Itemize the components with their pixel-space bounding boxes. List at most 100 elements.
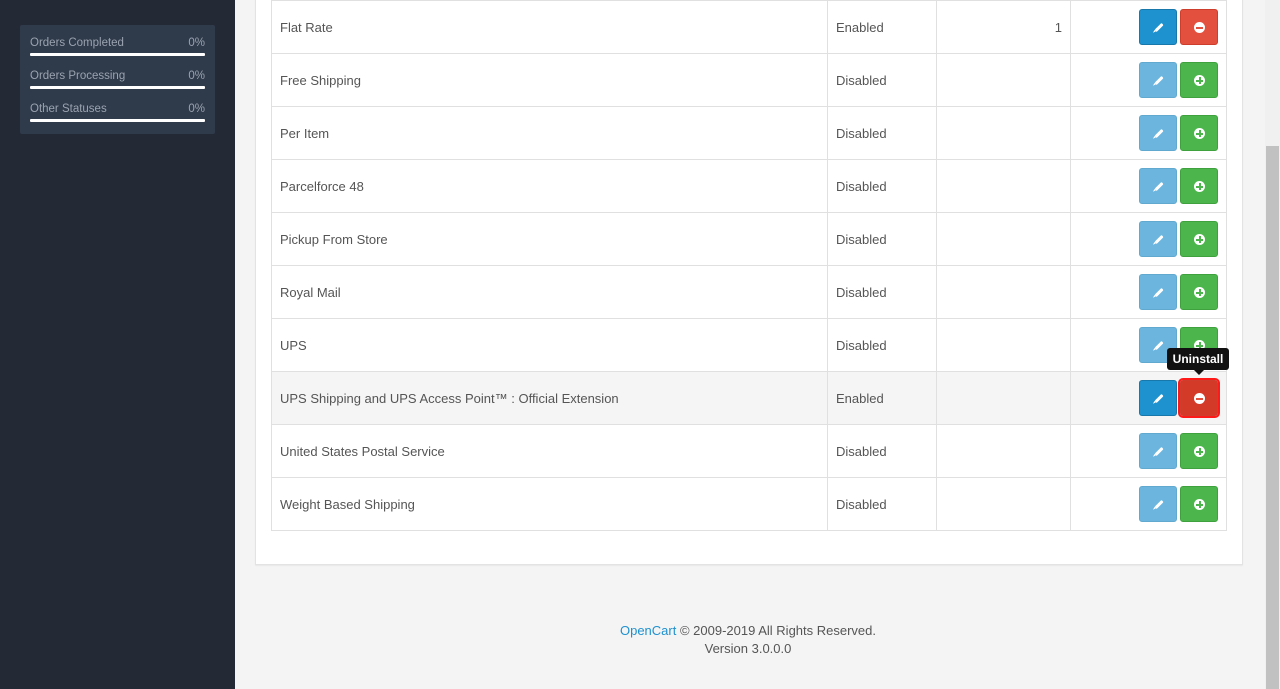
table-row: Flat Rate Enabled 1	[271, 0, 1227, 54]
table-row: UPS Disabled	[271, 318, 1227, 372]
extension-sort-order	[936, 212, 1071, 266]
pencil-icon	[1154, 181, 1164, 192]
edit-button[interactable]	[1139, 62, 1177, 98]
extension-actions	[1070, 0, 1227, 54]
extension-status: Disabled	[827, 53, 937, 107]
extension-name: Royal Mail	[271, 265, 828, 319]
pencil-icon	[1154, 234, 1164, 245]
stat-value: 0%	[188, 103, 205, 115]
plus-circle-icon	[1194, 446, 1205, 457]
stat-value: 0%	[188, 70, 205, 82]
pencil-icon	[1154, 75, 1164, 86]
extension-status: Disabled	[827, 265, 937, 319]
version-text: Version 3.0.0.0	[704, 641, 792, 656]
order-stats-panel: Orders Completed 0% Orders Processing 0% O…	[20, 25, 215, 134]
table-row: Royal Mail Disabled	[271, 265, 1227, 319]
shipping-table: Flat Rate Enabled 1 Free Shipping Disabled Pe…	[271, 0, 1227, 531]
extension-name: Parcelforce 48	[271, 159, 828, 213]
plus-circle-icon	[1194, 287, 1205, 298]
stat-value: 0%	[188, 37, 205, 49]
extension-sort-order: 1	[936, 0, 1071, 54]
edit-button[interactable]	[1139, 486, 1177, 522]
plus-circle-icon	[1194, 128, 1205, 139]
stat-progress-bar	[30, 119, 205, 122]
extension-actions	[1070, 477, 1227, 531]
extension-status: Enabled	[827, 0, 937, 54]
pencil-icon	[1154, 22, 1164, 33]
extension-sort-order	[936, 53, 1071, 107]
extension-sort-order	[936, 159, 1071, 213]
edit-button[interactable]	[1139, 380, 1177, 416]
minus-circle-icon	[1194, 393, 1205, 404]
extension-name: United States Postal Service	[271, 424, 828, 478]
extension-actions	[1070, 265, 1227, 319]
stat-label: Other Statuses	[30, 103, 107, 115]
extension-name: Per Item	[271, 106, 828, 160]
footer: OpenCart © 2009-2019 All Rights Reserved…	[255, 622, 1241, 658]
install-button[interactable]	[1180, 433, 1218, 469]
stat-label: Orders Processing	[30, 70, 126, 82]
extension-status: Disabled	[827, 477, 937, 531]
extension-status: Enabled	[827, 371, 937, 425]
stat-progress-bar	[30, 53, 205, 56]
table-row: United States Postal Service Disabled	[271, 424, 1227, 478]
opencart-link[interactable]: OpenCart	[620, 623, 676, 638]
extension-sort-order	[936, 318, 1071, 372]
extension-name: UPS Shipping and UPS Access Point™ : Off…	[271, 371, 828, 425]
uninstall-button[interactable]	[1178, 378, 1220, 418]
stat-progress-bar	[30, 86, 205, 89]
plus-circle-icon	[1194, 75, 1205, 86]
table-row: Parcelforce 48 Disabled	[271, 159, 1227, 213]
extension-actions	[1070, 159, 1227, 213]
extension-sort-order	[936, 106, 1071, 160]
extension-actions	[1070, 424, 1227, 478]
extension-sort-order	[936, 424, 1071, 478]
pencil-icon	[1154, 128, 1164, 139]
pencil-icon	[1154, 446, 1164, 457]
extension-name: UPS	[271, 318, 828, 372]
stat-orders-processing: Orders Processing 0%	[30, 69, 205, 89]
install-button[interactable]	[1180, 115, 1218, 151]
edit-button[interactable]	[1139, 433, 1177, 469]
sidebar: Orders Completed 0% Orders Processing 0% O…	[0, 0, 235, 689]
extension-actions	[1070, 212, 1227, 266]
extension-status: Disabled	[827, 212, 937, 266]
plus-circle-icon	[1194, 499, 1205, 510]
install-button[interactable]	[1180, 274, 1218, 310]
extension-sort-order	[936, 265, 1071, 319]
table-row: Weight Based Shipping Disabled	[271, 477, 1227, 531]
table-row: Free Shipping Disabled	[271, 53, 1227, 107]
extension-status: Disabled	[827, 159, 937, 213]
edit-button[interactable]	[1139, 115, 1177, 151]
extension-actions	[1070, 53, 1227, 107]
pencil-icon	[1154, 340, 1164, 351]
install-button[interactable]	[1180, 221, 1218, 257]
table-row: UPS Shipping and UPS Access Point™ : Off…	[271, 371, 1227, 425]
pencil-icon	[1154, 499, 1164, 510]
scrollbar[interactable]	[1265, 0, 1280, 689]
stat-orders-completed: Orders Completed 0%	[30, 36, 205, 56]
extension-sort-order	[936, 371, 1071, 425]
plus-circle-icon	[1194, 181, 1205, 192]
install-button[interactable]	[1180, 62, 1218, 98]
extension-name: Free Shipping	[271, 53, 828, 107]
pencil-icon	[1154, 287, 1164, 298]
table-row: Per Item Disabled	[271, 106, 1227, 160]
extension-actions	[1070, 371, 1227, 425]
edit-button[interactable]	[1139, 9, 1177, 45]
extension-status: Disabled	[827, 318, 937, 372]
edit-button[interactable]	[1139, 221, 1177, 257]
minus-circle-icon	[1194, 22, 1205, 33]
install-button[interactable]	[1180, 486, 1218, 522]
extension-name: Weight Based Shipping	[271, 477, 828, 531]
extension-status: Disabled	[827, 424, 937, 478]
extension-actions	[1070, 106, 1227, 160]
uninstall-button[interactable]	[1180, 9, 1218, 45]
install-button[interactable]	[1180, 168, 1218, 204]
table-row: Pickup From Store Disabled	[271, 212, 1227, 266]
scrollbar-thumb[interactable]	[1266, 146, 1279, 689]
edit-button[interactable]	[1139, 168, 1177, 204]
edit-button[interactable]	[1139, 274, 1177, 310]
extension-status: Disabled	[827, 106, 937, 160]
pencil-icon	[1154, 393, 1164, 404]
